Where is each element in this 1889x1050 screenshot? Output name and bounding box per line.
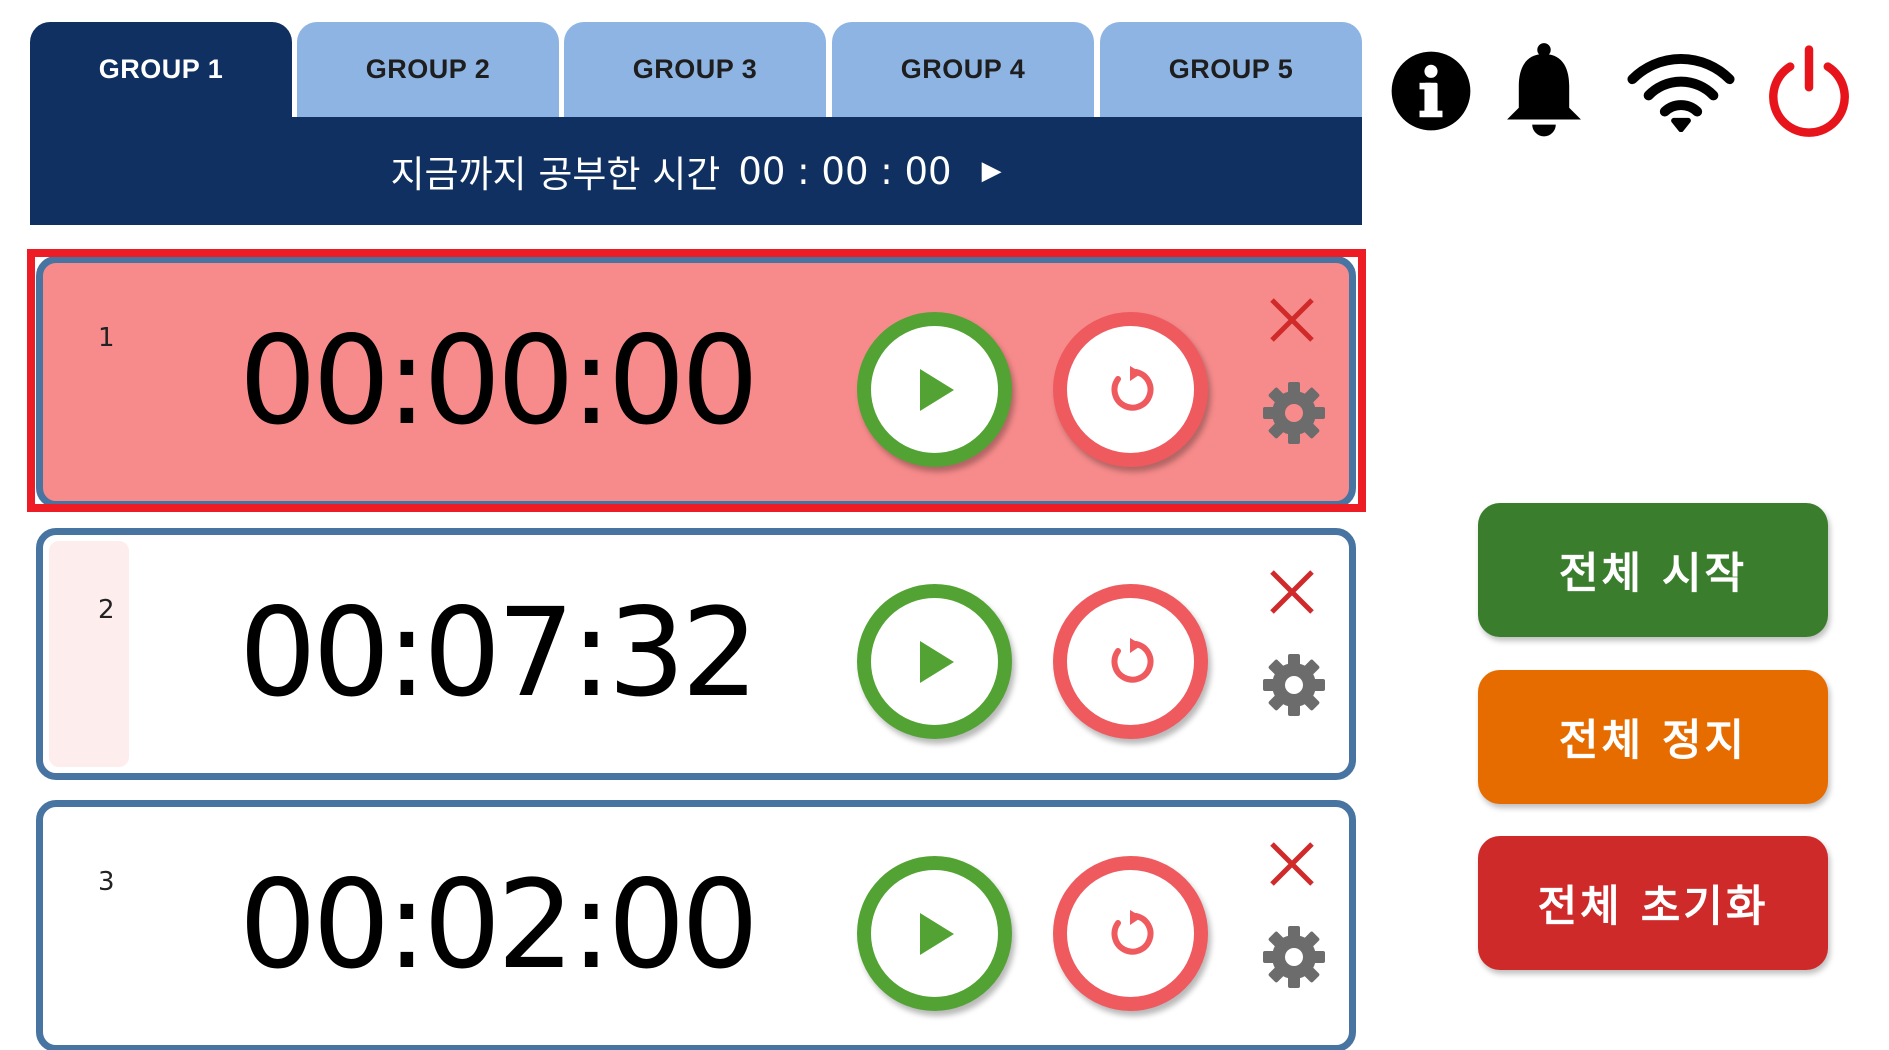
reset-icon bbox=[1111, 365, 1153, 411]
bell-icon[interactable] bbox=[1502, 42, 1586, 140]
card-left-strip bbox=[49, 541, 129, 767]
tab-group-4[interactable]: GROUP 4 bbox=[832, 22, 1094, 117]
reset-icon bbox=[1111, 909, 1153, 955]
start-all-button[interactable]: 전체 시작 bbox=[1478, 503, 1828, 637]
play-icon bbox=[919, 912, 954, 955]
timer-play-button[interactable] bbox=[857, 856, 1012, 1011]
wifi-icon[interactable] bbox=[1627, 48, 1735, 132]
power-icon[interactable] bbox=[1762, 44, 1856, 138]
study-time-label: 지금까지 공부한 시간 bbox=[390, 153, 721, 196]
close-icon[interactable] bbox=[1268, 840, 1316, 888]
reset-all-button[interactable]: 전체 초기화 bbox=[1478, 836, 1828, 970]
timer-card-3[interactable]: 3 00:02:00 bbox=[36, 800, 1356, 1050]
timer-index: 1 bbox=[98, 323, 115, 353]
tab-group-3[interactable]: GROUP 3 bbox=[564, 22, 826, 117]
tab-group-1[interactable]: GROUP 1 bbox=[30, 22, 292, 117]
gear-icon[interactable] bbox=[1262, 381, 1326, 445]
study-time-value: 00 : 00 : 00 bbox=[738, 149, 952, 193]
tab-group-2[interactable]: GROUP 2 bbox=[297, 22, 559, 117]
group-tabs: GROUP 1 GROUP 2 GROUP 3 GROUP 4 GROUP 5 bbox=[30, 22, 1362, 117]
timer-reset-button[interactable] bbox=[1053, 856, 1208, 1011]
stop-all-button[interactable]: 전체 정지 bbox=[1478, 670, 1828, 804]
play-icon bbox=[919, 640, 954, 683]
timer-reset-button[interactable] bbox=[1053, 584, 1208, 739]
timer-card-1[interactable]: 1 00:00:00 bbox=[36, 256, 1356, 508]
timer-index: 2 bbox=[98, 595, 115, 625]
gear-icon[interactable] bbox=[1262, 653, 1326, 717]
gear-icon[interactable] bbox=[1262, 925, 1326, 989]
reset-icon bbox=[1111, 637, 1153, 683]
timer-reset-button[interactable] bbox=[1053, 312, 1208, 467]
timer-play-button[interactable] bbox=[857, 312, 1012, 467]
timer-display: 00:02:00 bbox=[239, 854, 759, 996]
close-icon[interactable] bbox=[1268, 296, 1316, 344]
close-icon[interactable] bbox=[1268, 568, 1316, 616]
timer-play-button[interactable] bbox=[857, 584, 1012, 739]
study-time-arrow-icon[interactable]: ▶ bbox=[982, 156, 1002, 186]
timer-index: 3 bbox=[98, 867, 115, 897]
info-icon[interactable] bbox=[1390, 50, 1472, 132]
timer-display: 00:07:32 bbox=[239, 582, 759, 724]
play-icon bbox=[919, 368, 954, 411]
total-study-time-bar: 지금까지 공부한 시간 00 : 00 : 00 ▶ bbox=[30, 117, 1362, 225]
tab-group-5[interactable]: GROUP 5 bbox=[1100, 22, 1362, 117]
timer-display: 00:00:00 bbox=[239, 310, 759, 452]
timer-card-2[interactable]: 2 00:07:32 bbox=[36, 528, 1356, 780]
